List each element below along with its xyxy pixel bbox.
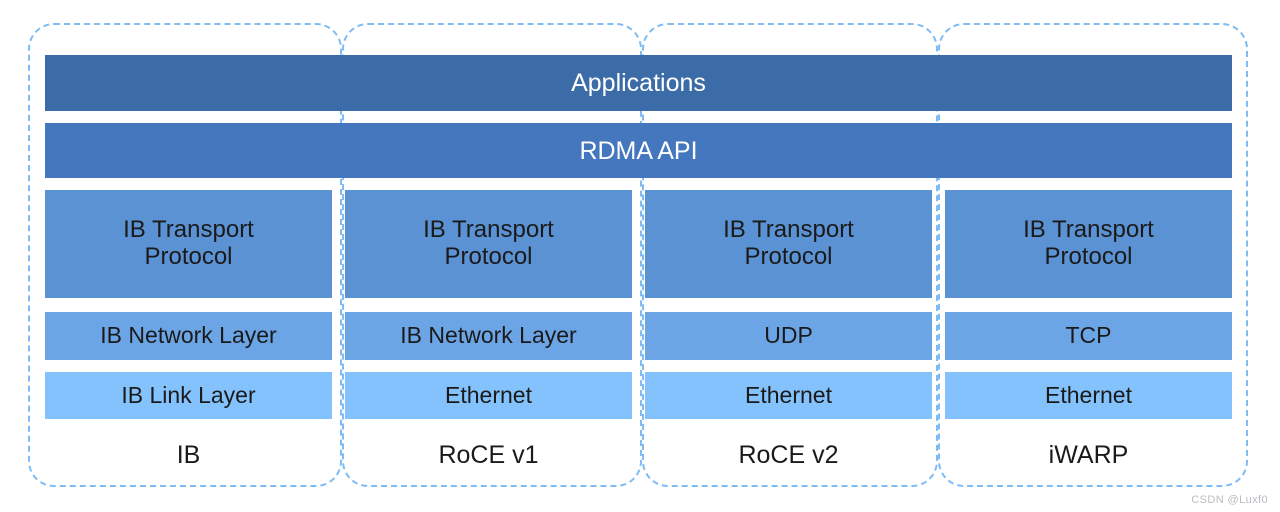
cell-transport-rocev1: IB Transport Protocol — [345, 190, 632, 298]
row-rdma-api: RDMA API — [45, 123, 1232, 178]
row-link-layer: IB Link Layer Ethernet Ethernet Ethernet — [45, 372, 1232, 419]
caption-rocev2: RoCE v2 — [738, 440, 839, 469]
cell-link-iwarp: Ethernet — [945, 372, 1232, 419]
cell-network-iwarp: TCP — [945, 312, 1232, 360]
caption-ib: IB — [176, 440, 201, 469]
cell-link-rocev1: Ethernet — [345, 372, 632, 419]
column-captions: IB RoCE v1 RoCE v2 iWARP — [45, 432, 1232, 478]
caption-rocev1: RoCE v1 — [438, 440, 539, 469]
cell-rdma-api: RDMA API — [45, 123, 1232, 178]
row-transport-protocol: IB Transport Protocol IB Transport Proto… — [45, 190, 1232, 298]
caption-iwarp: iWARP — [1048, 440, 1129, 469]
cell-link-ib: IB Link Layer — [45, 372, 332, 419]
cell-transport-iwarp: IB Transport Protocol — [945, 190, 1232, 298]
row-network-layer: IB Network Layer IB Network Layer UDP TC… — [45, 312, 1232, 360]
watermark: CSDN @Luxf0 — [1191, 494, 1268, 506]
cell-link-rocev2: Ethernet — [645, 372, 932, 419]
row-applications: Applications — [45, 55, 1232, 111]
cell-applications: Applications — [45, 55, 1232, 111]
cell-network-rocev2: UDP — [645, 312, 932, 360]
cell-network-ib: IB Network Layer — [45, 312, 332, 360]
protocol-stack: Applications RDMA API IB Transport Proto… — [45, 55, 1232, 419]
cell-transport-ib: IB Transport Protocol — [45, 190, 332, 298]
cell-network-rocev1: IB Network Layer — [345, 312, 632, 360]
cell-transport-rocev2: IB Transport Protocol — [645, 190, 932, 298]
